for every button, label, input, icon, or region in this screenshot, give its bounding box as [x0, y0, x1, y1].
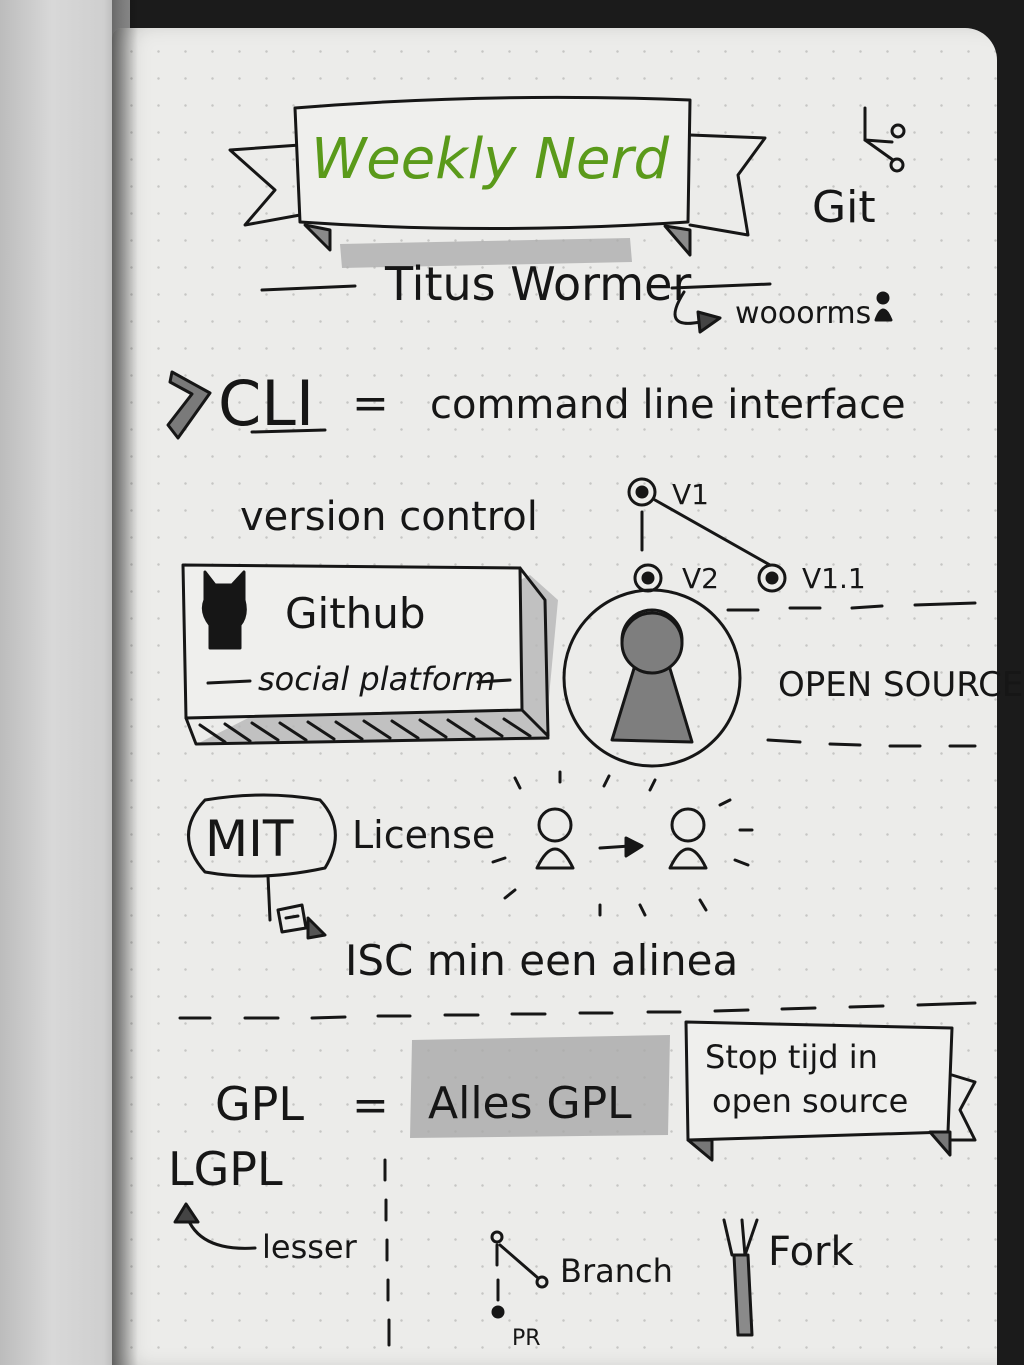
banner-title: Weekly Nerd — [311, 127, 670, 192]
version-control-label: version control — [240, 494, 538, 540]
lesser-label: lesser — [262, 1228, 358, 1266]
sketchnote-drawing: Weekly Nerd Git Titus Wormer wooorms CLI… — [166, 95, 1023, 1351]
note-line-2: open source — [712, 1082, 908, 1120]
prompt-chevron-icon — [166, 370, 212, 440]
section-dashes — [726, 601, 977, 612]
isc-line: ISC min een alinea — [345, 936, 738, 985]
keyhole-icon — [562, 588, 742, 768]
note-line-1: Stop tijd in — [705, 1038, 878, 1076]
github-handle: wooorms — [735, 296, 871, 331]
isc-document-icon — [276, 903, 327, 940]
cli-equals: = — [352, 378, 389, 429]
github-title: Github — [285, 589, 426, 638]
open-source-dashes — [766, 738, 977, 748]
speaker-name: Titus Wormer — [384, 257, 691, 311]
branch-label: Branch — [560, 1252, 673, 1290]
version-v1: V1 — [672, 478, 709, 511]
branch-icon — [490, 1230, 549, 1319]
social-dash-right — [476, 678, 512, 684]
people-share-diagram — [491, 770, 754, 917]
version-v2: V2 — [682, 562, 719, 595]
github-subtitle: social platform — [258, 660, 496, 698]
git-label: Git — [812, 182, 876, 233]
pr-label: PR — [512, 1326, 541, 1351]
open-source-label: OPEN SOURCE — [778, 665, 1023, 705]
notebook-photo: Weekly Nerd Git Titus Wormer wooorms CLI… — [0, 0, 1024, 1365]
license-label: License — [352, 813, 495, 857]
name-dash-left — [260, 284, 357, 292]
social-dash-left — [206, 679, 252, 685]
cli-abbr: CLI — [218, 367, 314, 440]
gpl-equals: = — [352, 1080, 389, 1131]
version-v1-1: V1.1 — [802, 562, 866, 595]
handle-arrowhead — [696, 310, 722, 334]
gpl-definition: Alles GPL — [428, 1078, 632, 1129]
gpl-label: GPL — [215, 1077, 304, 1131]
lesser-arrowhead — [173, 1202, 200, 1224]
divider-dashes — [178, 1001, 977, 1020]
lgpl-label: LGPL — [168, 1142, 283, 1196]
cli-definition: command line interface — [430, 382, 906, 428]
fork-label: Fork — [768, 1229, 855, 1275]
cli-underline — [250, 428, 327, 434]
git-branch-icon — [863, 106, 906, 173]
fork-icon — [722, 1218, 759, 1337]
user-icon — [874, 291, 893, 322]
vertical-divider — [383, 1158, 391, 1347]
mit-label: MIT — [205, 810, 294, 868]
